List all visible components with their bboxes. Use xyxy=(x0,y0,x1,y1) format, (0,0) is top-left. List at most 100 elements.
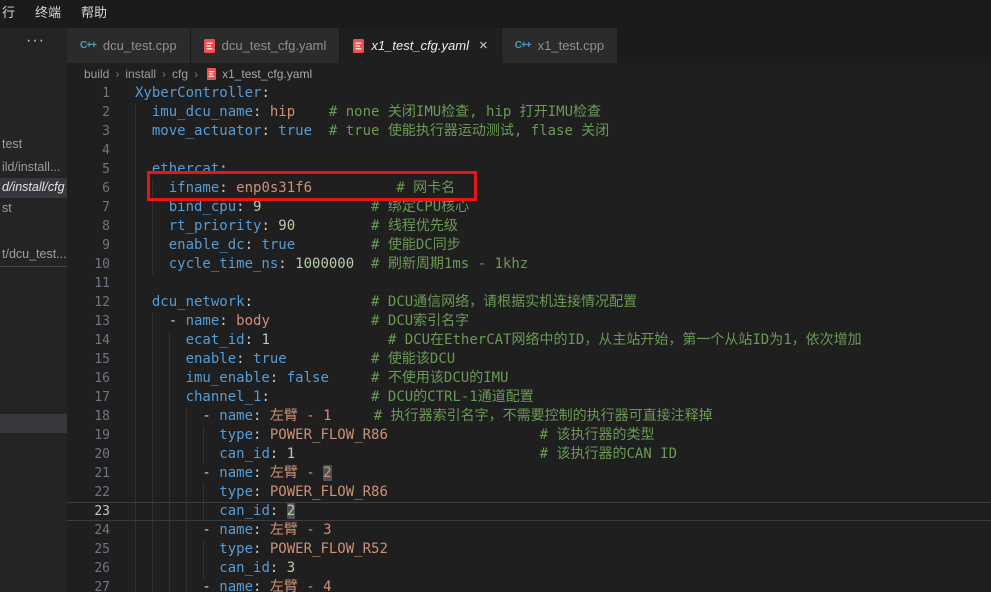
line-content: - name: 左臂 - 3 xyxy=(135,521,332,540)
code-line-8[interactable]: 8 rt_priority: 90 # 线程优先级 xyxy=(67,217,991,236)
code-line-13[interactable]: 13 - name: body # DCU索引名字 xyxy=(67,312,991,331)
line-content: ecat_id: 1 # DCU在EtherCAT网络中的ID，从主站开始，第一… xyxy=(135,331,862,350)
chevron-right-icon: › xyxy=(109,67,125,81)
tab-dcu_test.cpp[interactable]: C++dcu_test.cpp xyxy=(67,28,191,63)
line-content: type: POWER_FLOW_R52 xyxy=(135,540,388,559)
line-number: 5 xyxy=(67,160,110,179)
line-number: 20 xyxy=(67,445,110,464)
tab-dcu_test_cfg.yaml[interactable]: dcu_test_cfg.yaml xyxy=(191,28,341,63)
menu-item-2[interactable]: 帮助 xyxy=(71,0,117,28)
tab-x1_test_cfg.yaml[interactable]: x1_test_cfg.yaml× xyxy=(340,28,501,63)
code-line-4[interactable]: 4 xyxy=(67,141,991,160)
line-content: rt_priority: 90 # 线程优先级 xyxy=(135,217,458,236)
code-line-1[interactable]: 1 XyberController: xyxy=(67,84,991,103)
line-content: can_id: 3 xyxy=(135,559,295,578)
line-number: 25 xyxy=(67,540,110,559)
line-number: 9 xyxy=(67,236,110,255)
breadcrumb-item[interactable]: install xyxy=(125,67,156,81)
close-icon[interactable]: × xyxy=(479,38,488,53)
tab-label: dcu_test_cfg.yaml xyxy=(222,38,327,53)
menu-item-1[interactable]: 终端 xyxy=(25,0,71,28)
chevron-right-icon: › xyxy=(188,67,204,81)
breadcrumb-item[interactable]: build xyxy=(84,67,109,81)
line-number: 17 xyxy=(67,388,110,407)
line-number: 22 xyxy=(67,483,110,502)
code-line-6[interactable]: 6 ifname: enp0s31f6 # 网卡名 xyxy=(67,179,991,198)
line-number: 4 xyxy=(67,141,110,160)
code-editor[interactable]: 1XyberController:2 imu_dcu_name: hip # n… xyxy=(67,84,991,592)
code-line-15[interactable]: 15 enable: true # 使能该DCU xyxy=(67,350,991,369)
line-content: - name: 左臂 - 1 # 执行器索引名字，不需要控制的执行器可直接注释掉 xyxy=(135,407,713,426)
line-number: 11 xyxy=(67,274,110,293)
tab-x1_test.cpp[interactable]: C++x1_test.cpp xyxy=(502,28,618,63)
line-content: dcu_network: # DCU通信网络，请根据实机连接情况配置 xyxy=(135,293,637,312)
code-line-16[interactable]: 16 imu_enable: false # 不使用该DCU的IMU xyxy=(67,369,991,388)
code-line-26[interactable]: 26 can_id: 3 xyxy=(67,559,991,578)
code-line-11[interactable]: 11 xyxy=(67,274,991,293)
line-number: 12 xyxy=(67,293,110,312)
code-line-20[interactable]: 20 can_id: 1 # 该执行器的CAN ID xyxy=(67,445,991,464)
line-number: 1 xyxy=(67,84,110,103)
sidebar-item[interactable]: t/dcu_test... xyxy=(2,247,67,261)
code-line-18[interactable]: 18 - name: 左臂 - 1 # 执行器索引名字，不需要控制的执行器可直接… xyxy=(67,407,991,426)
line-number: 26 xyxy=(67,559,110,578)
code-line-25[interactable]: 25 type: POWER_FLOW_R52 xyxy=(67,540,991,559)
code-line-14[interactable]: 14 ecat_id: 1 # DCU在EtherCAT网络中的ID，从主站开始… xyxy=(67,331,991,350)
line-content: ifname: enp0s31f6 # 网卡名 xyxy=(135,179,455,198)
breadcrumb-item[interactable]: cfg xyxy=(172,67,188,81)
sidebar-item[interactable]: st xyxy=(2,201,12,215)
code-line-22[interactable]: 22 type: POWER_FLOW_R86 xyxy=(67,483,991,502)
menu-item-0[interactable]: 行 xyxy=(0,0,25,28)
code-line-17[interactable]: 17 channel_1: # DCU的CTRL-1通道配置 xyxy=(67,388,991,407)
line-number: 2 xyxy=(67,103,110,122)
code-line-9[interactable]: 9 enable_dc: true # 使能DC同步 xyxy=(67,236,991,255)
code-line-2[interactable]: 2 imu_dcu_name: hip # none 关闭IMU检查, hip … xyxy=(67,103,991,122)
line-number: 13 xyxy=(67,312,110,331)
code-line-19[interactable]: 19 type: POWER_FLOW_R86 # 该执行器的类型 xyxy=(67,426,991,445)
line-number: 7 xyxy=(67,198,110,217)
line-content: imu_dcu_name: hip # none 关闭IMU检查, hip 打开… xyxy=(135,103,601,122)
line-content: enable_dc: true # 使能DC同步 xyxy=(135,236,461,255)
line-number: 8 xyxy=(67,217,110,236)
breadcrumb-file[interactable]: x1_test_cfg.yaml xyxy=(222,67,312,81)
line-content: ethercat: xyxy=(135,160,228,179)
more-actions-icon[interactable]: ··· xyxy=(26,32,45,50)
line-number: 19 xyxy=(67,426,110,445)
line-content: cycle_time_ns: 1000000 # 刷新周期1ms - 1khz xyxy=(135,255,528,274)
code-line-21[interactable]: 21 - name: 左臂 - 2 xyxy=(67,464,991,483)
yaml-file-icon xyxy=(204,39,215,53)
line-content: type: POWER_FLOW_R86 # 该执行器的类型 xyxy=(135,426,654,445)
line-content: can_id: 2 xyxy=(135,502,295,521)
code-line-12[interactable]: 12 dcu_network: # DCU通信网络，请根据实机连接情况配置 xyxy=(67,293,991,312)
line-content: XyberController: xyxy=(135,84,270,103)
line-number: 23 xyxy=(67,502,110,521)
sidebar-item-selected[interactable]: d/install/cfg xyxy=(2,180,65,194)
code-line-3[interactable]: 3 move_actuator: true # true 使能执行器运动测试, … xyxy=(67,122,991,141)
sidebar-item[interactable]: test xyxy=(2,137,22,151)
sidebar-panel: ··· test ild/install... d/install/cfg st… xyxy=(0,28,67,592)
code-line-10[interactable]: 10 cycle_time_ns: 1000000 # 刷新周期1ms - 1k… xyxy=(67,255,991,274)
line-number: 24 xyxy=(67,521,110,540)
line-content: bind_cpu: 9 # 绑定CPU核心 xyxy=(135,198,469,217)
code-line-27[interactable]: 27 - name: 左臂 - 4 xyxy=(67,578,991,592)
line-content: - name: 左臂 - 2 xyxy=(135,464,332,483)
line-content: - name: body # DCU索引名字 xyxy=(135,312,469,331)
sidebar-item[interactable]: ild/install... xyxy=(2,160,60,174)
line-number: 16 xyxy=(67,369,110,388)
code-line-24[interactable]: 24 - name: 左臂 - 3 xyxy=(67,521,991,540)
code-line-7[interactable]: 7 bind_cpu: 9 # 绑定CPU核心 xyxy=(67,198,991,217)
line-number: 21 xyxy=(67,464,110,483)
code-line-23[interactable]: 23 can_id: 2 xyxy=(67,502,991,521)
cpp-file-icon: C++ xyxy=(515,40,531,51)
line-content: enable: true # 使能该DCU xyxy=(135,350,455,369)
editor-tab-bar: C++dcu_test.cpp dcu_test_cfg.yaml x1_test_… xyxy=(67,28,991,63)
line-content: - name: 左臂 - 4 xyxy=(135,578,332,592)
line-content: can_id: 1 # 该执行器的CAN ID xyxy=(135,445,677,464)
sidebar-highlight-row[interactable] xyxy=(0,414,67,433)
line-content: move_actuator: true # true 使能执行器运动测试, fl… xyxy=(135,122,609,141)
code-line-5[interactable]: 5 ethercat: xyxy=(67,160,991,179)
breadcrumb: build›install›cfg›x1_test_cfg.yaml xyxy=(67,63,991,84)
line-content: channel_1: # DCU的CTRL-1通道配置 xyxy=(135,388,534,407)
line-number: 27 xyxy=(67,578,110,592)
vscode-window: 行终端帮助 ··· test ild/install... d/install/… xyxy=(0,0,991,592)
